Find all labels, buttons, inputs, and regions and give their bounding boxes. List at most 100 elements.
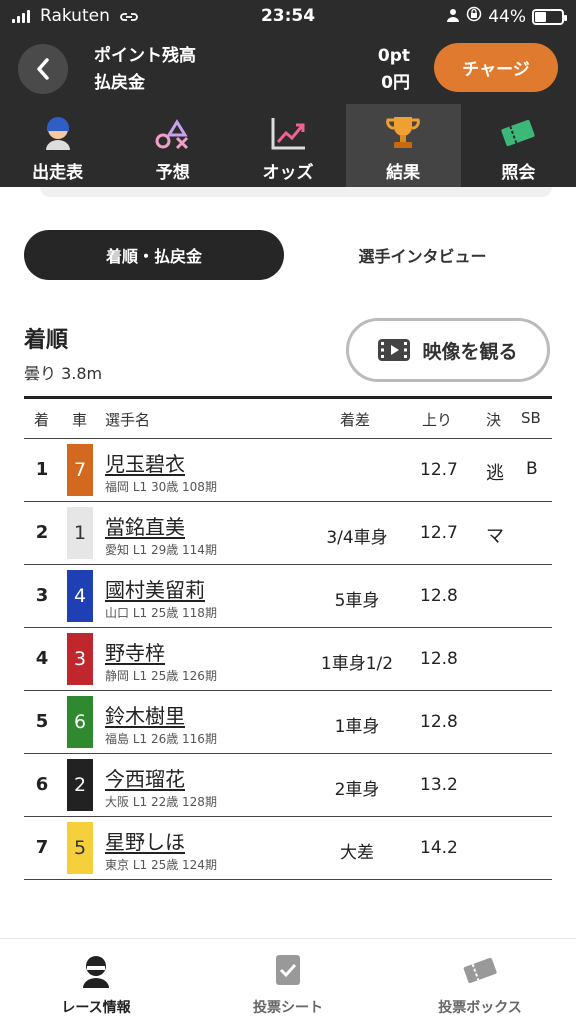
- header-rank: 着: [34, 411, 50, 429]
- tab-results[interactable]: 結果: [345, 104, 461, 187]
- watch-video-button[interactable]: 映像を観る: [346, 318, 550, 382]
- racer-info: 福島 L1 26歳 116期: [105, 732, 217, 746]
- nav-race-info[interactable]: レース情報: [0, 939, 192, 1024]
- margin: 1車身1/2: [320, 654, 394, 674]
- margin: 大差: [340, 843, 374, 863]
- racer-name-link[interactable]: 鈴木樹里: [105, 700, 185, 729]
- segment-results-payout[interactable]: 着順・払戻金: [24, 230, 284, 280]
- racer-name-link[interactable]: 今西瑠花: [105, 763, 185, 792]
- tab-label: 出走表: [32, 163, 84, 183]
- tab-entries[interactable]: 出走表: [0, 104, 115, 187]
- race-info-icon: [76, 951, 116, 989]
- last-lap-time: 13.2: [420, 775, 458, 795]
- racer-name-link[interactable]: 野寺梓: [105, 637, 165, 666]
- table-row: 3 4 國村美留莉山口 L1 25歳 118期 5車身 12.8: [24, 565, 552, 628]
- refund-label: 払戻金: [94, 73, 145, 93]
- chevron-left-icon: [37, 58, 49, 80]
- rank: 1: [35, 459, 49, 480]
- vote-box-icon: [460, 951, 500, 989]
- header: ポイント残高 払戻金 0pt 0円 チャージ: [0, 34, 576, 104]
- points-value: 0pt: [377, 46, 410, 66]
- nav-vote-box[interactable]: 投票ボックス: [384, 939, 576, 1024]
- car-number-badge: 7: [67, 444, 93, 496]
- charge-button[interactable]: チャージ: [434, 43, 558, 92]
- tab-odds[interactable]: オッズ: [230, 104, 345, 187]
- table-row: 2 1 當銘直美 愛知 L1 29歳 114期 3/4車身 12.7 マ: [24, 502, 552, 565]
- last-lap-time: 12.7: [420, 523, 458, 543]
- table-header: 着 車 選手名 着差 上り 決 SB: [24, 399, 552, 439]
- prediction-icon: [153, 114, 193, 152]
- winning-move: 逃: [486, 463, 504, 484]
- vote-sheet-icon: [268, 951, 308, 989]
- section-title: 着順: [24, 328, 69, 353]
- racer-info: 山口 L1 25歳 118期: [105, 606, 217, 620]
- header-name: 選手名: [105, 411, 151, 429]
- watch-video-label: 映像を観る: [422, 340, 518, 363]
- header-margin: 着差: [340, 411, 371, 429]
- rank: 6: [35, 774, 49, 795]
- points-label: ポイント残高: [94, 46, 196, 66]
- rotation-lock-icon: [466, 6, 482, 27]
- last-lap-time: 12.8: [420, 649, 458, 669]
- tab-prediction[interactable]: 予想: [115, 104, 230, 187]
- table-row: 6 2 今西瑠花 大阪 L1 22歳 128期 2車身 13.2: [24, 754, 552, 817]
- nav-label: 投票ボックス: [438, 1000, 522, 1016]
- rank: 3: [35, 585, 49, 606]
- bottom-nav: レース情報 投票シート 投票ボックス: [0, 938, 576, 1024]
- tab-bar: 出走表 予想 オッズ 結果 照会: [0, 104, 576, 187]
- sub-header-strip: [40, 187, 552, 197]
- refund-value: 0円: [381, 73, 410, 93]
- video-icon: [378, 339, 411, 361]
- tab-label: オッズ: [262, 163, 314, 183]
- battery-icon: [532, 8, 567, 25]
- margin: 5車身: [334, 591, 380, 611]
- odds-chart-icon: [268, 114, 308, 152]
- rank: 7: [35, 837, 49, 858]
- table-row: 4 3 野寺梓 静岡 L1 25歳 126期 1車身1/2 12.8: [24, 628, 552, 691]
- header-sb: SB: [521, 409, 541, 427]
- racer-info: 大阪 L1 22歳 128期: [105, 795, 217, 809]
- status-bar: Rakuten 23:54 44%: [0, 0, 576, 34]
- racer-info: 静岡 L1 25歳 126期: [105, 669, 217, 683]
- table-row: 5 6 鈴木樹里福島 L1 26歳 116期 1車身 12.8: [24, 691, 552, 754]
- nav-label: 投票シート: [253, 1000, 323, 1016]
- racer-info: 愛知 L1 29歳 114期: [105, 543, 217, 557]
- racer-name-link[interactable]: 児玉碧衣: [105, 448, 185, 477]
- car-number-badge: 5: [67, 822, 93, 874]
- racer-icon: [38, 114, 78, 152]
- back-button[interactable]: [18, 44, 68, 94]
- nav-vote-sheet[interactable]: 投票シート: [192, 939, 384, 1024]
- margin: 3/4車身: [326, 528, 388, 548]
- battery-percent: 44%: [488, 6, 526, 27]
- trophy-icon: [383, 114, 423, 152]
- racer-name-link[interactable]: 國村美留莉: [105, 574, 205, 603]
- margin: 1車身: [334, 717, 380, 737]
- last-lap-time: 14.2: [420, 838, 458, 858]
- weather-condition: 曇り 3.8m: [24, 364, 103, 383]
- tab-label: 予想: [155, 163, 190, 183]
- rank: 5: [35, 711, 49, 732]
- last-lap-time: 12.8: [420, 712, 458, 732]
- tab-label: 結果: [386, 163, 421, 183]
- car-number-badge: 6: [67, 696, 93, 748]
- header-agari: 上り: [422, 411, 453, 429]
- racer-name-link[interactable]: 當銘直美: [105, 511, 185, 540]
- racer-info: 福岡 L1 30歳 108期: [105, 480, 217, 494]
- rank: 4: [35, 648, 49, 669]
- car-number-badge: 4: [67, 570, 93, 622]
- nav-label: レース情報: [61, 1000, 131, 1016]
- results-table: 着 車 選手名 着差 上り 決 SB 1 7 児玉碧衣 福岡 L1 30歳 108期 1…: [24, 396, 552, 880]
- tab-label: 照会: [501, 163, 536, 183]
- header-car: 車: [72, 411, 88, 429]
- person-icon: [446, 7, 460, 27]
- winning-move: マ: [486, 526, 504, 547]
- table-row: 7 5 星野しほ東京 L1 25歳 124期 大差 14.2: [24, 817, 552, 880]
- segment-interview[interactable]: 選手インタビュー: [300, 230, 545, 280]
- sb-mark: B: [526, 459, 538, 479]
- table-row: 1 7 児玉碧衣 福岡 L1 30歳 108期 12.7 逃 B: [24, 439, 552, 502]
- racer-info: 東京 L1 25歳 124期: [105, 858, 217, 872]
- last-lap-time: 12.8: [420, 586, 458, 606]
- racer-name-link[interactable]: 星野しほ: [105, 826, 185, 855]
- rank: 2: [35, 522, 49, 543]
- tab-inquiry[interactable]: 照会: [461, 104, 576, 187]
